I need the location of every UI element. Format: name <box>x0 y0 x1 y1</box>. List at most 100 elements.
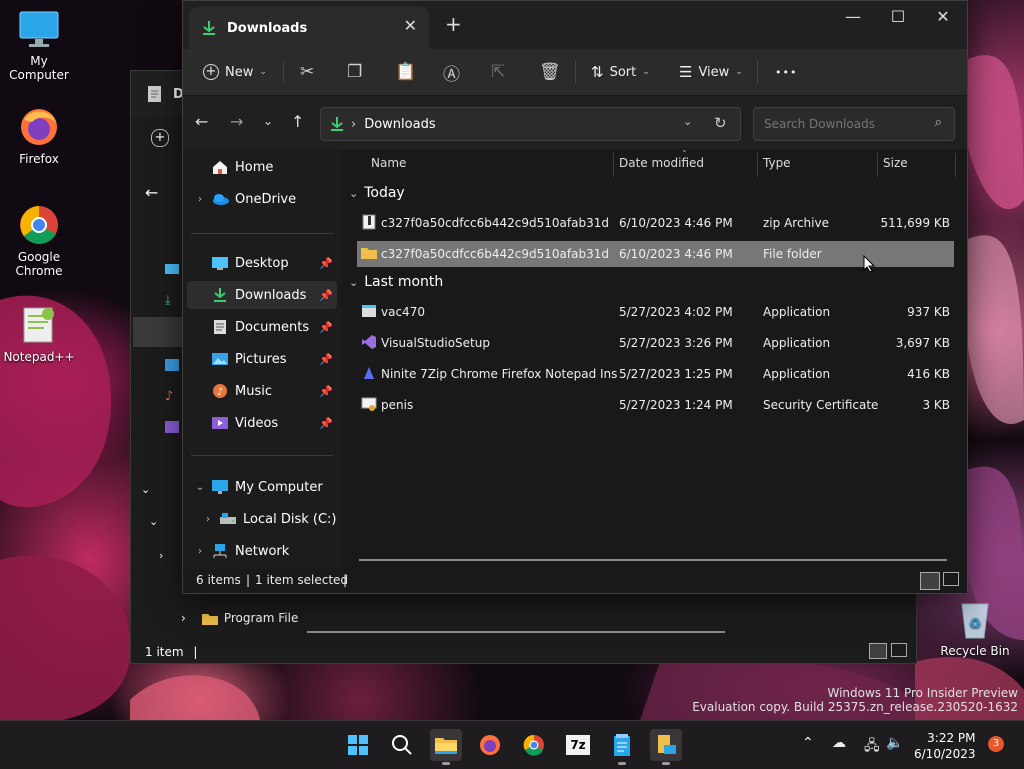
table-row[interactable]: VisualStudioSetup 5/27/2023 3:26 PM Appl… <box>357 330 954 356</box>
sidebar-item-network[interactable]: › Network <box>187 537 337 565</box>
back-program-files-item[interactable]: › Program File <box>181 611 298 625</box>
network-icon[interactable]: 🖧 <box>864 735 880 759</box>
sidebar-item-downloads[interactable]: Downloads 📌 <box>187 281 337 309</box>
search-box[interactable]: ⌕ <box>753 107 955 141</box>
paste-icon[interactable]: 📋 <box>395 59 416 85</box>
file-explorer-icon[interactable] <box>430 729 462 765</box>
table-row[interactable]: vac470 5/27/2023 4:02 PM Application 937… <box>357 299 954 325</box>
cut-icon[interactable]: ✂ <box>300 59 314 85</box>
desktop-icon-chrome[interactable]: Google Chrome <box>1 204 77 278</box>
pin-icon[interactable]: 📌 <box>319 289 333 302</box>
notification-badge[interactable]: 3 <box>988 736 1004 752</box>
delete-icon[interactable]: 🗑 <box>539 59 561 85</box>
sidebar-item-documents[interactable]: Documents 📌 <box>187 313 337 341</box>
volume-icon[interactable]: 🔈 <box>886 735 903 751</box>
sidebar-item-desktop[interactable]: Desktop 📌 <box>187 249 337 277</box>
windows-watermark: Windows 11 Pro Insider Preview Evaluatio… <box>692 686 1018 714</box>
details-view-icon[interactable] <box>920 572 940 590</box>
column-header-name[interactable]: Name <box>371 149 406 177</box>
pin-icon[interactable]: 📌 <box>319 321 333 334</box>
sidebar-item-my-computer[interactable]: ⌄ My Computer <box>187 473 337 501</box>
back-arrow-icon[interactable]: ← <box>145 183 158 202</box>
column-divider[interactable] <box>613 153 614 177</box>
sort-label: Sort <box>609 64 637 80</box>
sidebar-item-onedrive[interactable]: › OneDrive <box>187 185 337 213</box>
new-button[interactable]: + New ⌄ <box>203 59 267 85</box>
pin-icon[interactable]: 📌 <box>319 353 333 366</box>
group-header-last-month[interactable]: ⌄ Last month <box>349 274 443 290</box>
clock[interactable]: 3:22 PM 6/10/2023 <box>914 730 976 762</box>
background-tab[interactable]: D <box>131 71 184 117</box>
tiles-view-icon[interactable] <box>943 572 959 586</box>
address-dropdown-icon[interactable]: ⌄ <box>683 115 692 128</box>
chevron-right-icon[interactable]: › <box>193 546 207 557</box>
more-options-icon[interactable]: ••• <box>775 59 797 85</box>
notepad-icon[interactable] <box>606 729 638 765</box>
tab-close-icon[interactable]: ✕ <box>404 16 417 35</box>
up-arrow-icon[interactable]: ↑ <box>291 112 304 131</box>
desktop-icon-firefox[interactable]: Firefox <box>1 106 77 166</box>
command-bar: + New ⌄ ✂ ❐ 📋 Ⓐ ⇱ 🗑 ⇅ Sort ⌄ ☰ View ⌄ ••… <box>183 49 967 96</box>
refresh-icon[interactable]: ↻ <box>714 114 727 132</box>
search-icon[interactable] <box>386 729 418 761</box>
sidebar-item-pictures[interactable]: Pictures 📌 <box>187 345 337 373</box>
chrome-icon[interactable] <box>518 729 550 761</box>
search-input[interactable] <box>762 116 926 132</box>
explorer-window-icon[interactable] <box>650 729 682 765</box>
column-divider[interactable] <box>955 153 956 177</box>
onedrive-offline-icon[interactable]: ☁ <box>832 735 846 751</box>
pin-icon[interactable]: 📌 <box>319 385 333 398</box>
horizontal-scrollbar[interactable] <box>359 559 947 561</box>
back-new-icon[interactable]: + <box>151 129 169 147</box>
firefox-icon[interactable] <box>474 729 506 761</box>
share-icon[interactable]: ⇱ <box>491 59 505 85</box>
view-button[interactable]: ☰ View ⌄ <box>679 59 743 85</box>
breadcrumb[interactable]: Downloads <box>364 117 435 132</box>
sort-button[interactable]: ⇅ Sort ⌄ <box>591 59 650 85</box>
chevron-right-icon[interactable]: › <box>193 194 207 205</box>
sidebar-item-music[interactable]: ♪ Music 📌 <box>187 377 337 405</box>
pin-icon[interactable]: 📌 <box>319 417 333 430</box>
new-tab-button[interactable]: + <box>445 12 462 36</box>
copy-icon[interactable]: ❐ <box>347 59 362 85</box>
address-bar[interactable]: › Downloads ⌄ ↻ <box>320 107 741 141</box>
pin-icon[interactable]: 📌 <box>319 257 333 270</box>
back-hscroll[interactable] <box>307 631 725 633</box>
maximize-icon[interactable]: ☐ <box>878 7 918 26</box>
close-window-icon[interactable]: ✕ <box>923 7 963 26</box>
table-row[interactable]: Ninite 7Zip Chrome Firefox Notepad Inst.… <box>357 361 954 387</box>
back-chevron-icon[interactable]: ⌄ <box>141 483 150 496</box>
back-arrow-icon[interactable]: ← <box>195 112 208 131</box>
7zip-icon[interactable]: 7z <box>562 729 594 761</box>
desktop-icon-recycle-bin[interactable]: ♻ Recycle Bin <box>937 598 1013 658</box>
back-tiles-view-icon[interactable] <box>891 643 907 657</box>
explorer-window[interactable]: Downloads ✕ + — ☐ ✕ + New ⌄ ✂ ❐ 📋 Ⓐ ⇱ 🗑 … <box>182 0 968 594</box>
table-row[interactable]: penis 5/27/2023 1:24 PM Security Certifi… <box>357 392 954 418</box>
tab-downloads[interactable]: Downloads ✕ <box>189 7 429 49</box>
back-chevron-icon[interactable]: ⌄ <box>149 515 158 528</box>
column-header-date[interactable]: Date modified ⌄ <box>619 145 704 177</box>
forward-arrow-icon[interactable]: → <box>230 112 243 131</box>
tray-chevron-up-icon[interactable]: ⌃ <box>802 735 814 751</box>
start-icon[interactable] <box>342 729 374 761</box>
column-header-size[interactable]: Size <box>883 149 908 177</box>
sidebar-item-local-disk[interactable]: › Local Disk (C:) <box>195 505 337 533</box>
sidebar-item-home[interactable]: Home <box>187 153 337 181</box>
table-row[interactable]: c327f0a50cdfcc6b442c9d510afab31d 6/10/20… <box>357 210 954 236</box>
column-divider[interactable] <box>877 153 878 177</box>
chevron-right-icon[interactable]: › <box>201 514 215 525</box>
desktop-icon-notepad-plus-plus[interactable]: Notepad++ <box>1 304 77 364</box>
chevron-down-icon[interactable]: ⌄ <box>193 482 207 493</box>
title-bar[interactable]: Downloads ✕ + — ☐ ✕ <box>183 1 967 49</box>
search-icon[interactable]: ⌕ <box>935 115 942 130</box>
sidebar-item-videos[interactable]: Videos 📌 <box>187 409 337 437</box>
minimize-icon[interactable]: — <box>833 7 873 26</box>
desktop-icon-my-computer[interactable]: My Computer <box>1 8 77 82</box>
recent-locations-chevron-icon[interactable]: ⌄ <box>263 114 273 128</box>
back-chevron-icon[interactable]: › <box>159 549 163 562</box>
back-details-view-icon[interactable] <box>869 643 887 659</box>
column-divider[interactable] <box>757 153 758 177</box>
column-header-type[interactable]: Type <box>763 149 791 177</box>
rename-icon[interactable]: Ⓐ <box>443 59 460 85</box>
group-header-today[interactable]: ⌄ Today <box>349 185 405 201</box>
